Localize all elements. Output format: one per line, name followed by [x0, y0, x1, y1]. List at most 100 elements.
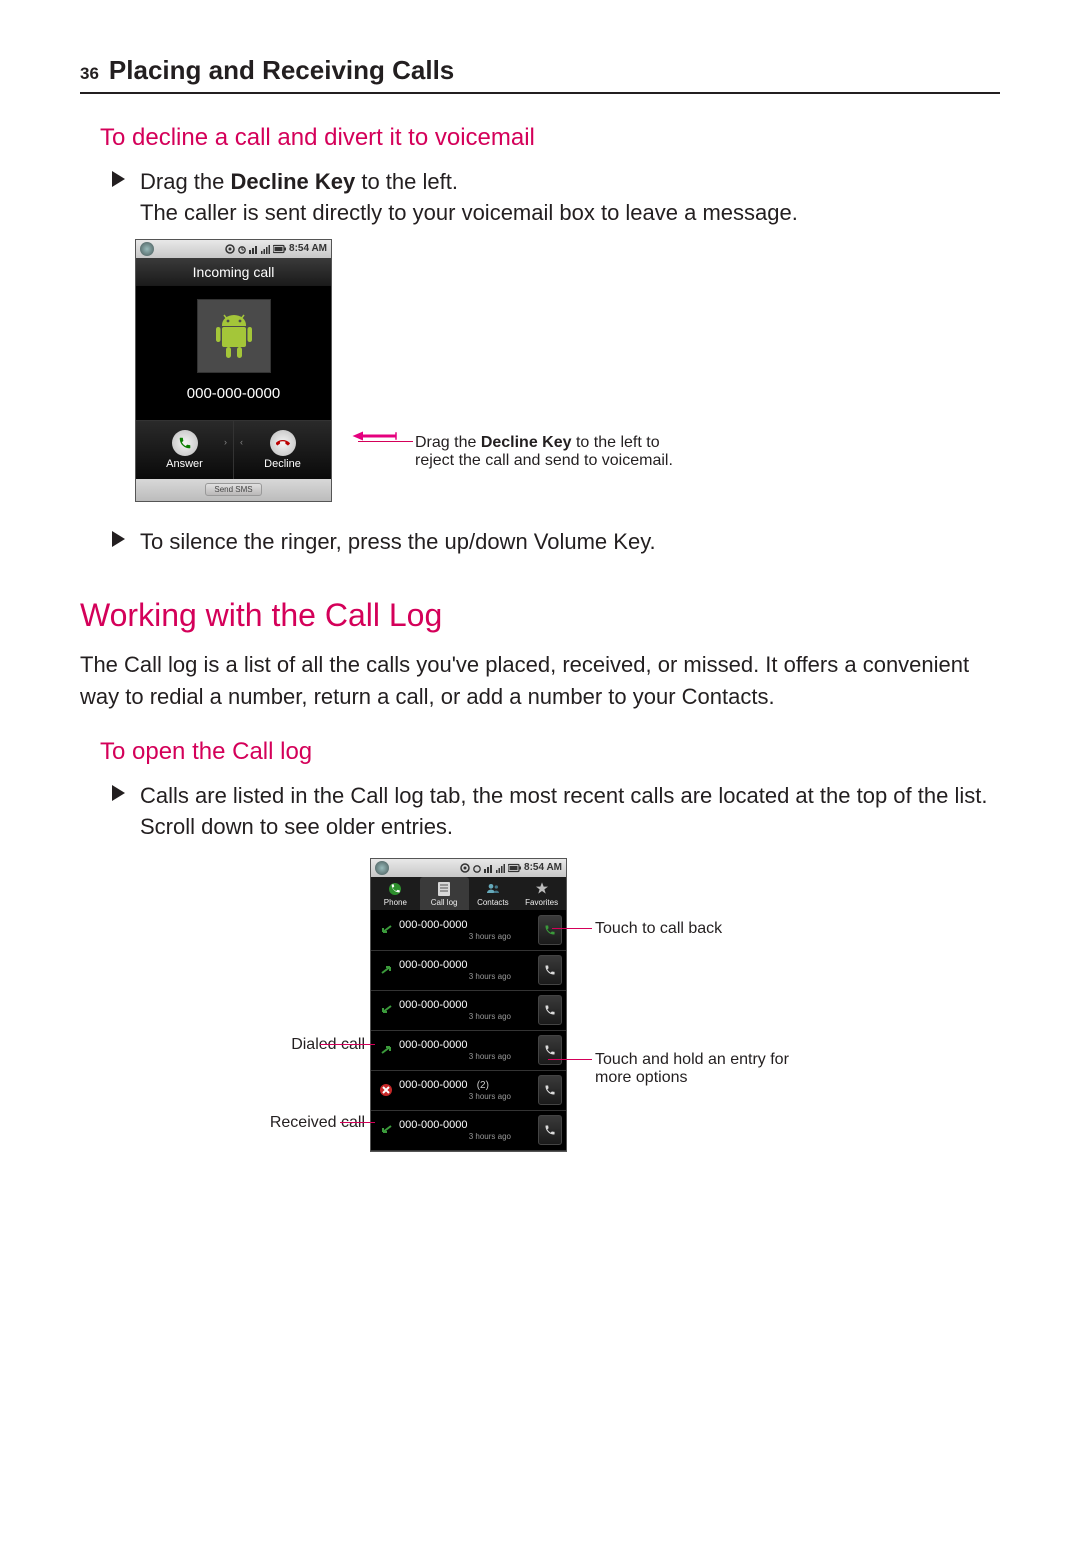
signal-3g-icon [249, 244, 259, 254]
bullet-text-part2: to the left. [355, 169, 458, 194]
phone-icon [544, 1124, 556, 1136]
call-log-entry[interactable]: 000-000-00003 hours ago [371, 1031, 566, 1071]
callout-text: to the left to [572, 434, 660, 451]
log-time: 3 hours ago [399, 1012, 538, 1021]
incoming-call-figure: 8:54 AM Incoming call [135, 239, 1000, 502]
decline-label: Decline [264, 458, 301, 470]
signal-3g-icon [484, 863, 494, 873]
signal-bars-icon [261, 244, 271, 254]
send-sms-bar[interactable]: Send SMS [136, 479, 331, 501]
call-type-icon [377, 1004, 395, 1016]
call-log-entry[interactable]: 000-000-00003 hours ago [371, 1111, 566, 1151]
page-title: Placing and Receiving Calls [109, 55, 454, 86]
status-bar: 8:54 AM [371, 859, 566, 877]
phone-incoming-call: 8:54 AM Incoming call [135, 239, 332, 502]
tab-bar: Phone Call log Contacts Favorites [371, 877, 566, 911]
heading-call-log: Working with the Call Log [80, 597, 1000, 634]
callout-leader [340, 1122, 375, 1123]
callout-text-bold: Decline Key [481, 434, 572, 451]
callout-leader [320, 1044, 375, 1045]
list-icon [437, 881, 451, 897]
contacts-icon [485, 881, 501, 897]
call-log-entry[interactable]: 000-000-00003 hours ago [371, 991, 566, 1031]
log-number: 000-000-0000 [399, 1079, 468, 1091]
status-time: 8:54 AM [289, 243, 327, 254]
gps-icon [460, 863, 470, 873]
call-log-entry[interactable]: 000-000-00003 hours ago [371, 951, 566, 991]
log-number: 000-000-0000 [399, 959, 468, 971]
call-type-icon [377, 1083, 395, 1097]
call-log-entry[interactable]: 000-000-0000 (2)3 hours ago [371, 1071, 566, 1111]
call-back-button[interactable] [538, 1075, 562, 1105]
bullet-triangle-icon [112, 531, 125, 547]
chevron-left-icon: ‹ [240, 437, 243, 447]
tab-favorites[interactable]: Favorites [517, 877, 566, 910]
caller-number: 000-000-0000 [136, 385, 331, 402]
log-time: 3 hours ago [399, 1052, 538, 1061]
log-time: 3 hours ago [399, 932, 538, 941]
bullet-silence-ringer: To silence the ringer, press the up/down… [140, 527, 1000, 558]
callout-leader [358, 441, 413, 442]
tab-label: Contacts [477, 898, 509, 907]
answer-key-icon [172, 430, 198, 456]
answer-button[interactable]: Answer › [136, 421, 233, 479]
status-bar: 8:54 AM [136, 240, 331, 258]
phone-icon [544, 1004, 556, 1016]
star-icon [534, 881, 550, 897]
call-log-description: The Call log is a list of all the calls … [80, 649, 1000, 713]
bullet-drag-decline: Drag the Decline Key to the left. The ca… [140, 167, 1000, 229]
call-back-button[interactable] [538, 1115, 562, 1145]
tab-call-log[interactable]: Call log [420, 877, 469, 910]
call-log-entry[interactable]: 000-000-00003 hours ago [371, 911, 566, 951]
callout-text: Touch and hold an entry for [595, 1051, 789, 1068]
decline-key-icon [270, 430, 296, 456]
call-type-icon [377, 964, 395, 976]
gps-icon [225, 244, 235, 254]
subheading-open-call-log: To open the Call log [100, 738, 1000, 766]
phone-icon [544, 1084, 556, 1096]
call-back-button[interactable] [538, 915, 562, 945]
log-number: 000-000-0000 [399, 1119, 468, 1131]
call-back-button[interactable] [538, 995, 562, 1025]
call-back-button[interactable] [538, 1035, 562, 1065]
phone-icon [387, 881, 403, 897]
log-number: 000-000-0000 [399, 1039, 468, 1051]
tab-label: Phone [384, 898, 407, 907]
callout-text: Drag the [415, 434, 481, 451]
tab-phone[interactable]: Phone [371, 877, 420, 910]
phone-icon [544, 924, 556, 936]
callout-text: more options [595, 1069, 688, 1086]
call-log-figure: 8:54 AM Phone Call log Contacts [80, 858, 1000, 1148]
callout-decline-key: Drag the Decline Key to the left to reje… [415, 434, 673, 470]
log-number: 000-000-0000 [399, 999, 468, 1011]
alarm-icon [237, 244, 247, 254]
bullet-text: To silence the ringer, press the up/down… [140, 529, 656, 554]
status-time: 8:54 AM [524, 862, 562, 873]
phone-icon [544, 1044, 556, 1056]
phone-icon [544, 964, 556, 976]
call-type-icon [377, 924, 395, 936]
call-back-button[interactable] [538, 955, 562, 985]
tab-label: Call log [431, 898, 458, 907]
chevron-right-icon: › [224, 437, 227, 447]
battery-icon [273, 244, 287, 254]
bullet-text-continuation: The caller is sent directly to your voic… [140, 200, 798, 225]
log-time: 3 hours ago [399, 972, 538, 981]
bullet-text-bold: Decline Key [231, 169, 356, 194]
call-log-list[interactable]: 000-000-00003 hours ago000-000-00003 hou… [371, 911, 566, 1151]
subheading-decline-call: To decline a call and divert it to voice… [100, 124, 1000, 152]
android-icon [212, 311, 256, 361]
battery-icon [508, 863, 522, 873]
page-number: 36 [80, 64, 99, 84]
decline-button[interactable]: Decline ‹ [233, 421, 331, 479]
callout-leader [552, 928, 592, 929]
tab-contacts[interactable]: Contacts [469, 877, 518, 910]
callout-received-call: Received call [270, 1114, 365, 1132]
log-number: 000-000-0000 [399, 919, 468, 931]
log-time: 3 hours ago [399, 1132, 538, 1141]
tab-label: Favorites [525, 898, 558, 907]
page-header: 36 Placing and Receiving Calls [80, 55, 1000, 94]
incoming-call-banner: Incoming call [136, 258, 331, 287]
callout-dialed-call: Dialed call [291, 1036, 365, 1054]
callout-touch-hold: Touch and hold an entry for more options [595, 1051, 789, 1087]
